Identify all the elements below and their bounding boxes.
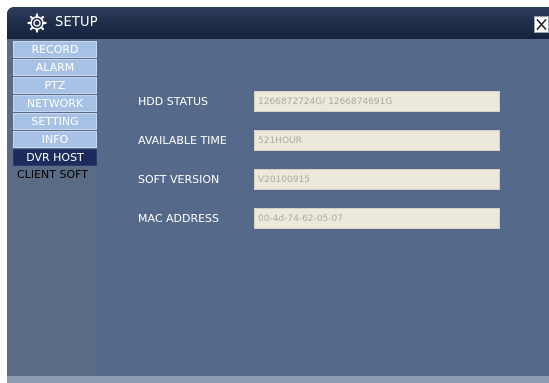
- sidebar-item-network[interactable]: NETWORK: [13, 95, 97, 112]
- mac-address-label: MAC ADDRESS: [138, 212, 220, 225]
- sidebar-nav: RECORD ALARM PTZ NETWORK SETTING INFO DV…: [7, 39, 98, 376]
- sidebar-item-alarm[interactable]: ALARM: [13, 59, 97, 76]
- title-bar: SETUP: [7, 7, 549, 39]
- hdd-status-field[interactable]: [254, 91, 500, 112]
- sidebar-item-dvr-host[interactable]: DVR HOST: [13, 149, 97, 166]
- sidebar-item-info[interactable]: INFO: [13, 131, 97, 148]
- sidebar-item-record[interactable]: RECORD: [13, 41, 97, 58]
- available-time-field[interactable]: [254, 130, 500, 151]
- gear-icon: [27, 13, 47, 33]
- bottom-border: [7, 376, 549, 383]
- sidebar-item-ptz[interactable]: PTZ: [13, 77, 97, 94]
- sidebar-item-setting[interactable]: SETTING: [13, 113, 97, 130]
- available-time-label: AVAILABLE TIME: [138, 134, 227, 147]
- mac-address-field[interactable]: [254, 208, 500, 229]
- close-button[interactable]: [534, 16, 549, 33]
- soft-version-field[interactable]: [254, 169, 500, 190]
- info-panel: HDD STATUS AVAILABLE TIME SOFT VERSION M…: [98, 39, 549, 376]
- soft-version-label: SOFT VERSION: [138, 173, 220, 186]
- hdd-status-label: HDD STATUS: [138, 95, 208, 108]
- close-icon: [536, 18, 547, 31]
- window-title: SETUP: [55, 15, 98, 30]
- sidebar-item-client-soft[interactable]: CLIENT SOFT: [7, 166, 98, 183]
- setup-window: SETUP RECORD ALARM PTZ NETWORK SETTING I…: [7, 7, 549, 383]
